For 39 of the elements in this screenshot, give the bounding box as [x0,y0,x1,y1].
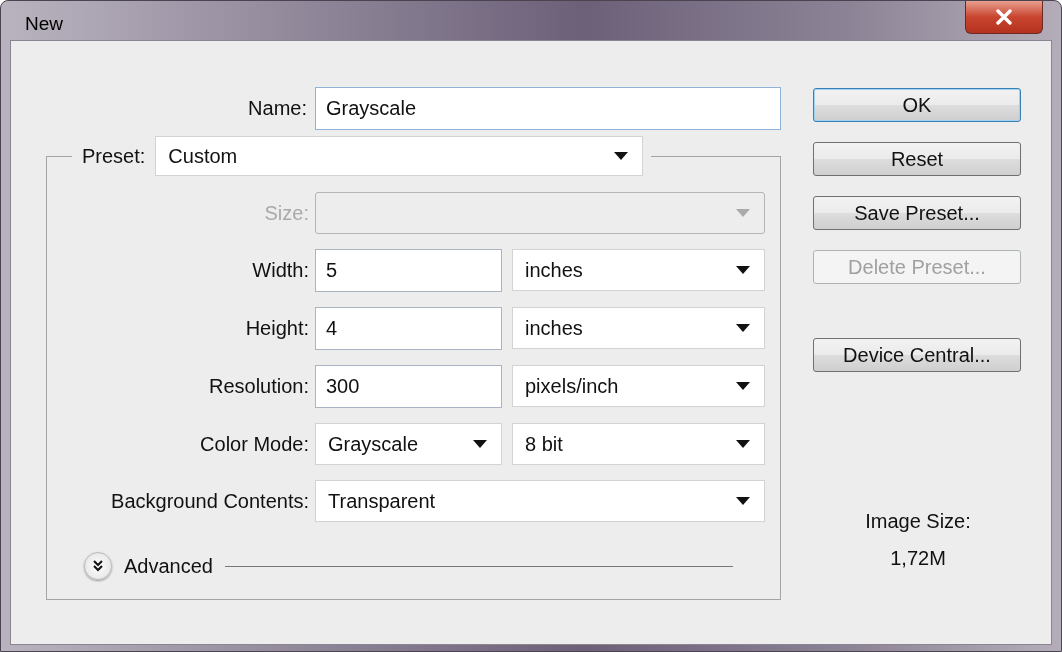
unit-dropdown[interactable]: inches [512,307,765,349]
dialog-button[interactable]: Device Central... [813,338,1021,372]
field-label: Color Mode: [199,432,309,456]
preset-dropdown[interactable]: Custom [155,136,644,176]
bit-depth-dropdown[interactable]: 8 bit [512,423,765,465]
mode-dropdown[interactable]: Grayscale [315,423,502,465]
unit-dropdown[interactable]: pixels/inch [512,365,765,407]
dropdown-arrow-icon [473,440,487,448]
close-icon [995,9,1013,25]
dialog-button[interactable]: OK [813,88,1021,122]
name-label: Name: [247,97,307,120]
expand-button[interactable] [84,552,112,580]
dialog-button[interactable]: Reset [813,142,1021,176]
number-field[interactable]: 5 [315,249,502,292]
field-label: Height: [244,317,309,340]
double-chevron-icon [91,559,105,573]
close-button[interactable] [965,1,1043,34]
window-title: New [25,13,63,35]
name-field[interactable]: Grayscale [315,87,781,130]
dropdown-arrow-icon [736,266,750,274]
dropdown-arrow-icon [736,324,750,332]
unit-dropdown[interactable]: inches [512,249,765,291]
image-size-label: Image Size: [865,510,971,533]
image-size-value: 1,72M [890,547,946,570]
field-label: Background Contents: [110,489,309,513]
dropdown-arrow-icon [736,497,750,505]
advanced-label: Advanced [124,554,213,578]
field-label: Resolution: [207,375,309,398]
preset-label: Preset: [82,144,146,168]
dropdown[interactable]: Transparent [315,480,765,522]
dropdown-arrow-icon [736,382,750,390]
field-label: Size: [263,201,309,225]
field-label: Width: [251,259,309,282]
dropdown-arrow-icon [614,152,629,160]
number-field[interactable]: 300 [315,365,502,408]
dropdown-arrow-icon [736,440,750,448]
number-field[interactable]: 4 [315,307,502,350]
dropdown-arrow-icon [736,209,750,217]
dialog-button[interactable]: Save Preset... [813,196,1021,230]
